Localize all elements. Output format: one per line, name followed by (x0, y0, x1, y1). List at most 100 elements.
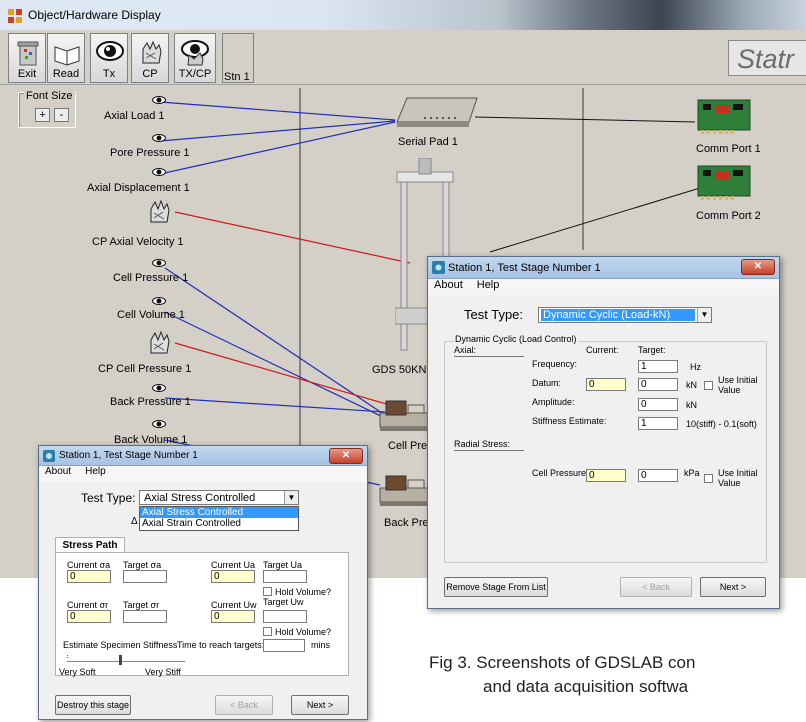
menu-help[interactable]: Help (85, 466, 106, 477)
stress-path-dialog: Station 1, Test Stage Number 1 ✕ About He… (38, 445, 368, 720)
mins-unit: mins (311, 640, 331, 650)
hold-volume-checkbox[interactable] (263, 587, 272, 596)
tab-stress-path[interactable]: Stress Path (55, 537, 125, 553)
sigma-a-target-input[interactable] (123, 570, 167, 583)
eye-icon[interactable] (152, 297, 166, 305)
frequency-target-input[interactable]: 1 (638, 360, 678, 373)
sensor-label[interactable]: CP Cell Pressure 1 (98, 363, 191, 375)
close-button[interactable]: ✕ (329, 448, 363, 464)
uw-target-input[interactable] (263, 610, 307, 623)
sigma-r-current-input[interactable]: 0 (67, 610, 111, 623)
estimate-stiffness-label: Estimate Specimen Stiffness (63, 640, 178, 650)
sigma-r-target-input[interactable] (123, 610, 167, 623)
target-sigma-r-label: Target σr (123, 600, 160, 610)
datum-unit: kN (686, 380, 697, 390)
stiffness-slider-thumb[interactable] (119, 655, 122, 665)
time-to-target-input[interactable] (263, 639, 305, 652)
test-type-label: Test Type: (464, 307, 524, 322)
load-frame-label[interactable]: GDS 50KN (372, 364, 426, 376)
test-type-dropdown-list: Axial Stress Controlled Axial Strain Con… (139, 506, 299, 531)
hand-icon[interactable] (148, 198, 170, 224)
stiffness-note: 10(stiff) - 0.1(soft) (686, 419, 757, 429)
dialog-menubar: About Help (39, 466, 367, 482)
uw-current-input[interactable]: 0 (211, 610, 255, 623)
serial-pad-label[interactable]: Serial Pad 1 (398, 136, 458, 148)
datum-current-input[interactable]: 0 (586, 378, 626, 391)
dialog-title: Station 1, Test Stage Number 1 (59, 450, 198, 461)
very-stiff-label: Very Stiff (145, 667, 181, 677)
dialog-titlebar: Station 1, Test Stage Number 1 ✕ (39, 446, 367, 466)
use-initial-value-label: Use Initial Value (718, 468, 758, 488)
dropdown-option[interactable]: Axial Strain Controlled (140, 518, 298, 529)
destroy-stage-button[interactable]: Destroy this stage (55, 695, 131, 715)
figure-caption-line1: Fig 3. Screenshots of GDSLAB con (429, 653, 696, 672)
sensor-label[interactable]: Cell Volume 1 (117, 309, 185, 321)
chevron-down-icon[interactable]: ▼ (284, 491, 298, 504)
test-type-value: Axial Stress Controlled (144, 492, 256, 504)
dropdown-option[interactable]: Axial Stress Controlled (140, 507, 298, 518)
amplitude-label: Amplitude: (532, 397, 575, 407)
sensor-label[interactable]: CP Axial Velocity 1 (92, 236, 184, 248)
target-header: Target: (638, 345, 666, 355)
comm-port-card-icon[interactable] (697, 162, 753, 202)
sensor-label[interactable]: Axial Displacement 1 (87, 182, 190, 194)
stiffness-label: Stiffness Estimate: (532, 416, 607, 426)
hold-volume-checkbox[interactable] (263, 627, 272, 636)
test-type-select[interactable]: Dynamic Cyclic (Load-kN) ▼ (538, 307, 712, 323)
back-button[interactable]: < Back (620, 577, 692, 597)
frequency-unit: Hz (690, 362, 701, 372)
remove-stage-button[interactable]: Remove Stage From List (444, 577, 548, 597)
close-button[interactable]: ✕ (741, 259, 775, 275)
datum-label: Datum: (532, 378, 562, 388)
frequency-label: Frequency: (532, 359, 578, 369)
stiffness-slider-track[interactable] (67, 661, 185, 662)
hold-volume-label: Hold Volume? (275, 587, 332, 597)
sensor-label[interactable]: Pore Pressure 1 (110, 147, 189, 159)
eye-icon[interactable] (152, 134, 166, 142)
eye-icon[interactable] (152, 96, 166, 104)
ua-current-input[interactable]: 0 (211, 570, 255, 583)
time-to-target-label: Time to reach targets: (177, 640, 265, 650)
datum-target-input[interactable]: 0 (638, 378, 678, 391)
amplitude-target-input[interactable]: 0 (638, 398, 678, 411)
test-type-select[interactable]: Axial Stress Controlled ▼ (139, 490, 299, 505)
menu-about[interactable]: About (434, 279, 463, 291)
menu-about[interactable]: About (45, 466, 71, 477)
comm-port-1-label[interactable]: Comm Port 1 (696, 143, 761, 155)
dynamic-cyclic-dialog: Station 1, Test Stage Number 1 ✕ About He… (427, 256, 780, 609)
group-label: Dynamic Cyclic (Load Control) (454, 334, 578, 344)
pressure-controller-icon[interactable] (378, 395, 430, 435)
pressure-controller-icon[interactable] (378, 470, 430, 510)
eye-icon[interactable] (152, 420, 166, 428)
use-initial-value-checkbox[interactable] (704, 474, 713, 483)
sensor-label[interactable]: Back Pressure 1 (110, 396, 191, 408)
cell-pressure-current-input[interactable]: 0 (586, 469, 626, 482)
amplitude-unit: kN (686, 400, 697, 410)
dialog-titlebar: Station 1, Test Stage Number 1 ✕ (428, 257, 779, 279)
hold-volume-label: Hold Volume? (275, 627, 332, 637)
eye-icon[interactable] (152, 384, 166, 392)
cell-pressure-target-input[interactable]: 0 (638, 469, 678, 482)
sensor-label[interactable]: Axial Load 1 (104, 110, 165, 122)
serial-pad-icon[interactable] (395, 96, 480, 130)
hand-icon[interactable] (148, 329, 170, 355)
eye-icon[interactable] (152, 168, 166, 176)
ua-target-input[interactable] (263, 570, 307, 583)
chevron-down-icon[interactable]: ▼ (697, 308, 711, 322)
sensor-label[interactable]: Cell Pressure 1 (113, 272, 188, 284)
stiffness-target-input[interactable]: 1 (638, 417, 678, 430)
back-button[interactable]: < Back (215, 695, 273, 715)
menu-help[interactable]: Help (477, 279, 500, 291)
app-icon (43, 450, 55, 462)
next-button[interactable]: Next > (700, 577, 766, 597)
use-initial-value-checkbox[interactable] (704, 381, 713, 390)
axial-underline (454, 356, 524, 357)
eye-icon[interactable] (152, 259, 166, 267)
next-button[interactable]: Next > (291, 695, 349, 715)
comm-port-card-icon[interactable] (697, 96, 753, 136)
comm-port-2-label[interactable]: Comm Port 2 (696, 210, 761, 222)
current-sigma-a-label: Current σa (67, 560, 111, 570)
sigma-a-current-input[interactable]: 0 (67, 570, 111, 583)
radial-stress-label: Radial Stress: (454, 439, 511, 449)
dialog-title: Station 1, Test Stage Number 1 (448, 262, 601, 274)
